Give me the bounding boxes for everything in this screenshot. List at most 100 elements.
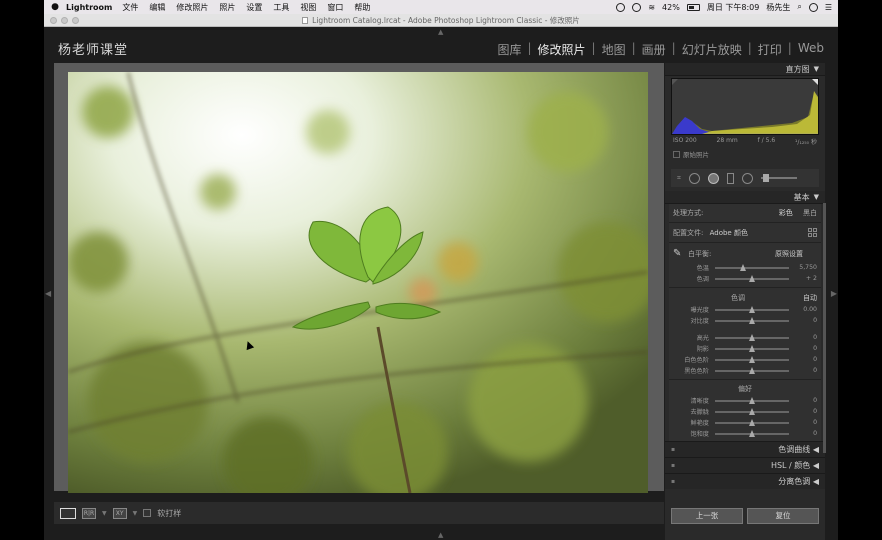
slider-track[interactable] <box>715 344 789 352</box>
notification-center-icon[interactable]: ☰ <box>825 3 832 12</box>
reset-button[interactable]: 复位 <box>747 508 819 524</box>
slider-thumb[interactable] <box>749 429 755 437</box>
histogram-header[interactable]: 直方图 ▼ <box>665 63 825 76</box>
zoom-window-button[interactable] <box>72 17 79 24</box>
compare-yy-icon[interactable]: XY <box>112 507 127 519</box>
module-book[interactable]: 画册 <box>636 41 672 58</box>
slider-thumb[interactable] <box>749 396 755 404</box>
slider-value[interactable]: 0 <box>795 334 817 341</box>
slider-track[interactable] <box>715 333 789 341</box>
slider-thumb[interactable] <box>749 274 755 282</box>
original-photo-checkbox[interactable] <box>673 150 680 158</box>
battery-icon[interactable] <box>686 3 700 11</box>
slider-track[interactable] <box>715 429 789 437</box>
module-web[interactable]: Web <box>792 41 830 58</box>
module-slideshow[interactable]: 幻灯片放映 <box>676 41 748 58</box>
slider-value[interactable]: 0.00 <box>795 306 817 313</box>
search-icon[interactable]: ⌕ <box>797 2 801 12</box>
eyedropper-icon[interactable]: ✎ <box>673 248 682 260</box>
spot-removal-icon[interactable] <box>688 172 700 184</box>
slider-value[interactable]: 0 <box>795 345 817 352</box>
slider-value[interactable]: 0 <box>795 419 817 426</box>
left-panel-toggle-icon[interactable]: ◀ <box>45 289 51 298</box>
app-menu[interactable]: Lightroom <box>66 3 112 12</box>
slider-value[interactable]: 5,750 <box>795 264 817 271</box>
module-map[interactable]: 地图 <box>596 41 632 58</box>
slider-thumb[interactable] <box>749 407 755 415</box>
slider-thumb[interactable] <box>749 305 755 313</box>
slider-track[interactable] <box>715 396 789 404</box>
slider-track[interactable] <box>715 263 789 271</box>
user-menu[interactable]: 杨先生 <box>766 2 790 13</box>
slider-thumb[interactable] <box>749 333 755 341</box>
minimize-window-button[interactable] <box>61 17 68 24</box>
brush-slider[interactable] <box>760 174 797 182</box>
slider-value[interactable]: 0 <box>795 408 817 415</box>
menu-window[interactable]: 窗口 <box>327 2 343 13</box>
menu-view[interactable]: 视图 <box>300 2 316 13</box>
slider-thumb[interactable] <box>740 263 747 271</box>
top-panel-toggle-icon[interactable]: ▲ <box>438 28 443 36</box>
treatment-bw-button[interactable]: 黑白 <box>803 209 817 217</box>
hsl-header[interactable]: ▪ HSL / 颜色 ◀ <box>665 457 825 473</box>
graduated-filter-icon[interactable] <box>726 172 734 184</box>
histogram[interactable] <box>671 78 819 135</box>
slider-track[interactable] <box>715 366 789 374</box>
menu-help[interactable]: 帮助 <box>354 2 370 13</box>
chevron-down-icon[interactable]: ▼ <box>133 510 138 517</box>
slider-value[interactable]: 0 <box>795 430 817 437</box>
crop-icon[interactable]: ⌗ <box>677 174 681 183</box>
module-library[interactable]: 图库 <box>491 41 527 58</box>
close-window-button[interactable] <box>50 17 57 24</box>
menu-photo[interactable]: 照片 <box>219 2 235 13</box>
menu-develop[interactable]: 修改照片 <box>176 2 208 13</box>
status-icon[interactable] <box>616 2 626 12</box>
slider-track[interactable] <box>715 355 789 363</box>
tone-curve-header[interactable]: ▪ 色调曲线 ◀ <box>665 441 825 457</box>
record-icon[interactable] <box>632 2 642 12</box>
slider-value[interactable]: 0 <box>795 397 817 404</box>
profile-select[interactable]: Adobe 颜色 <box>710 229 748 237</box>
menu-edit[interactable]: 编辑 <box>149 2 165 13</box>
menu-settings[interactable]: 设置 <box>246 2 262 13</box>
split-toning-header[interactable]: ▪ 分离色调 ◀ <box>665 473 825 489</box>
slider-track[interactable] <box>715 316 789 324</box>
slider-thumb[interactable] <box>749 418 755 426</box>
menu-tools[interactable]: 工具 <box>273 2 289 13</box>
slider-thumb[interactable] <box>749 366 755 374</box>
clock[interactable]: 周日 下午8:09 <box>707 2 760 13</box>
wifi-icon[interactable]: ≋ <box>648 3 655 12</box>
apple-icon[interactable]: ● <box>50 2 60 12</box>
slider-track[interactable] <box>715 305 789 313</box>
photo-image[interactable] <box>68 72 648 493</box>
module-develop[interactable]: 修改照片 <box>532 41 592 58</box>
siri-icon[interactable] <box>808 2 818 12</box>
slider-value[interactable]: 0 <box>795 367 817 374</box>
module-print[interactable]: 打印 <box>752 41 788 58</box>
slider-thumb[interactable] <box>749 355 755 363</box>
slider-track[interactable] <box>715 418 789 426</box>
slider-value[interactable]: 0 <box>795 317 817 324</box>
chevron-down-icon[interactable]: ▼ <box>102 510 107 517</box>
wb-select[interactable]: 原照设置 <box>775 249 803 259</box>
right-panel-toggle-icon[interactable]: ▶ <box>831 289 837 298</box>
loupe-view[interactable] <box>54 63 664 493</box>
slider-track[interactable] <box>715 274 789 282</box>
slider-thumb[interactable] <box>749 316 755 324</box>
profile-browser-icon[interactable] <box>808 228 817 237</box>
slider-track[interactable] <box>715 407 789 415</box>
previous-button[interactable]: 上一张 <box>671 508 743 524</box>
before-after-icon[interactable]: R|R <box>82 507 96 519</box>
panel-scrollbar[interactable] <box>823 203 826 453</box>
menu-file[interactable]: 文件 <box>122 2 138 13</box>
slider-thumb[interactable] <box>749 344 755 352</box>
bottom-panel-toggle-icon[interactable]: ▲ <box>438 531 443 539</box>
original-photo-toggle[interactable]: 原始照片 <box>665 149 825 159</box>
softproof-checkbox[interactable] <box>143 509 152 517</box>
basic-header[interactable]: 基本 ▼ <box>665 191 825 204</box>
red-eye-icon[interactable] <box>707 172 719 184</box>
slider-value[interactable]: 0 <box>795 356 817 363</box>
treatment-color-button[interactable]: 彩色 <box>779 209 793 217</box>
slider-value[interactable]: + 2 <box>795 275 817 282</box>
loupe-view-icon[interactable] <box>60 507 76 519</box>
